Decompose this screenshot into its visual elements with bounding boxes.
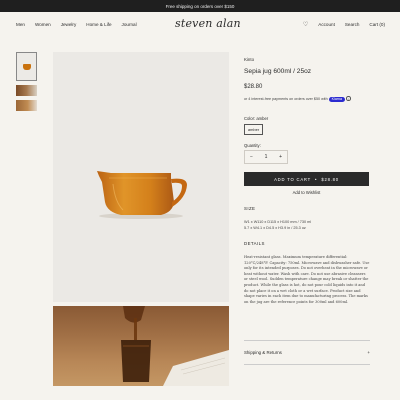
lifestyle-image[interactable] [53,306,229,386]
add-to-cart-label: ADD TO CART [274,176,312,182]
main-nav: Men Women Jewelry Home & Life Journal [16,12,147,36]
info-icon[interactable]: i [346,96,351,101]
thumbnail-2[interactable] [16,85,37,96]
plus-icon[interactable]: + [279,154,282,160]
shipping-returns-accordion[interactable]: Shipping & Returns + [244,350,370,355]
amber-jug-image [97,171,187,219]
installment-text: or 4 interest-free payments on orders ov… [244,97,328,101]
details-heading: DETAILS [244,241,265,246]
search-link[interactable]: Search [345,22,360,27]
add-to-cart-button[interactable]: ADD TO CART • $28.80 [244,172,369,186]
thumbnail-3[interactable] [16,100,37,111]
minus-icon[interactable]: − [250,154,253,160]
thumbnail-list [16,52,38,115]
utility-nav: ♡ Account Search Cart (0) [293,12,385,36]
product-title: Sepia jug 600ml / 25oz [244,68,312,75]
site-header: Men Women Jewelry Home & Life Journal st… [0,12,400,36]
size-heading: SIZE [244,206,256,211]
divider [244,364,370,365]
cart-link[interactable]: Cart (0) [369,22,385,27]
installment-note: or 4 interest-free payments on orders ov… [244,96,370,102]
product-vendor[interactable]: Kinto [244,57,254,62]
details-text: Heat-resistant glass. Maximum temperatur… [244,255,370,304]
nav-home-life[interactable]: Home & Life [86,22,111,27]
quantity-label: Quantity: [244,143,261,148]
heart-icon[interactable]: ♡ [303,21,308,28]
bullet-separator: • [315,176,318,182]
nav-journal[interactable]: Journal [122,22,137,27]
announcement-text: Free shipping on orders over $150 [165,3,235,9]
quantity-value[interactable]: 1 [265,154,268,160]
plus-icon: + [367,350,370,355]
product-price: $28.80 [244,84,263,90]
size-line-imperial: 5.7 x W4.1 x D4.5 x H3.9 in / 25.3 oz [244,226,306,230]
nav-women[interactable]: Women [35,22,51,27]
pouring-tea-image [121,306,229,386]
nav-jewelry[interactable]: Jewelry [61,22,77,27]
klarna-badge[interactable]: Klarna [328,97,346,102]
brand-logo[interactable]: steven alan [175,17,241,30]
quantity-stepper: − 1 + [244,150,288,164]
add-to-cart-price: $28.80 [321,176,339,182]
size-details: W1 x W110 x D115 x H100 mm / 730 ml 5.7 … [244,219,311,231]
divider [244,340,370,341]
product-main-image[interactable] [53,52,229,302]
account-link[interactable]: Account [318,22,335,27]
nav-men[interactable]: Men [16,22,25,27]
add-to-wishlist-link[interactable]: Add to Wishlist [244,190,369,195]
jug-thumbnail-image [22,63,31,70]
announcement-bar: Free shipping on orders over $150 [0,0,400,12]
color-label: Color: amber [244,116,269,121]
accordion-label: Shipping & Returns [244,350,282,355]
thumbnail-1[interactable] [16,52,37,81]
color-option-amber[interactable]: amber [244,124,263,135]
